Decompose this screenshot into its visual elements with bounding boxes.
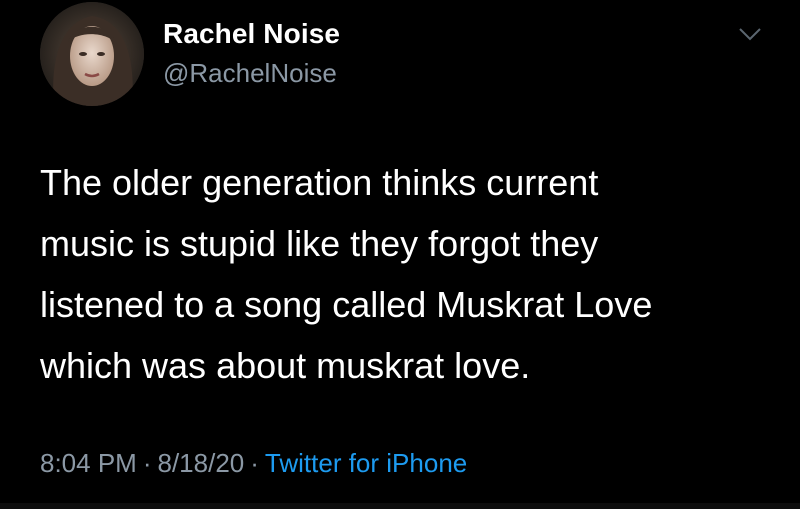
separator: · xyxy=(142,448,152,478)
tweet-text-line: listened to a song called Muskrat Love xyxy=(40,284,653,325)
chevron-down-icon[interactable] xyxy=(738,24,762,44)
tweet-text-line: music is stupid like they forgot they xyxy=(40,223,599,264)
display-name[interactable]: Rachel Noise xyxy=(163,18,340,50)
tweet-metadata: 8:04 PM · 8/18/20 · Twitter for iPhone xyxy=(40,448,467,479)
tweet-text-line: which was about muskrat love. xyxy=(40,345,531,386)
tweet-text: The older generation thinks current musi… xyxy=(40,152,785,396)
avatar-image xyxy=(40,2,144,106)
separator: · xyxy=(250,448,259,478)
user-handle[interactable]: @RachelNoise xyxy=(163,58,337,89)
tweet-time[interactable]: 8:04 PM xyxy=(40,448,137,478)
tweet-text-line: The older generation thinks current xyxy=(40,162,599,203)
avatar[interactable] xyxy=(40,2,144,106)
tweet-date[interactable]: 8/18/20 xyxy=(158,448,245,478)
divider xyxy=(0,503,800,509)
tweet-source-link[interactable]: Twitter for iPhone xyxy=(265,448,467,478)
tweet-card: Rachel Noise @RachelNoise The older gene… xyxy=(0,0,800,509)
